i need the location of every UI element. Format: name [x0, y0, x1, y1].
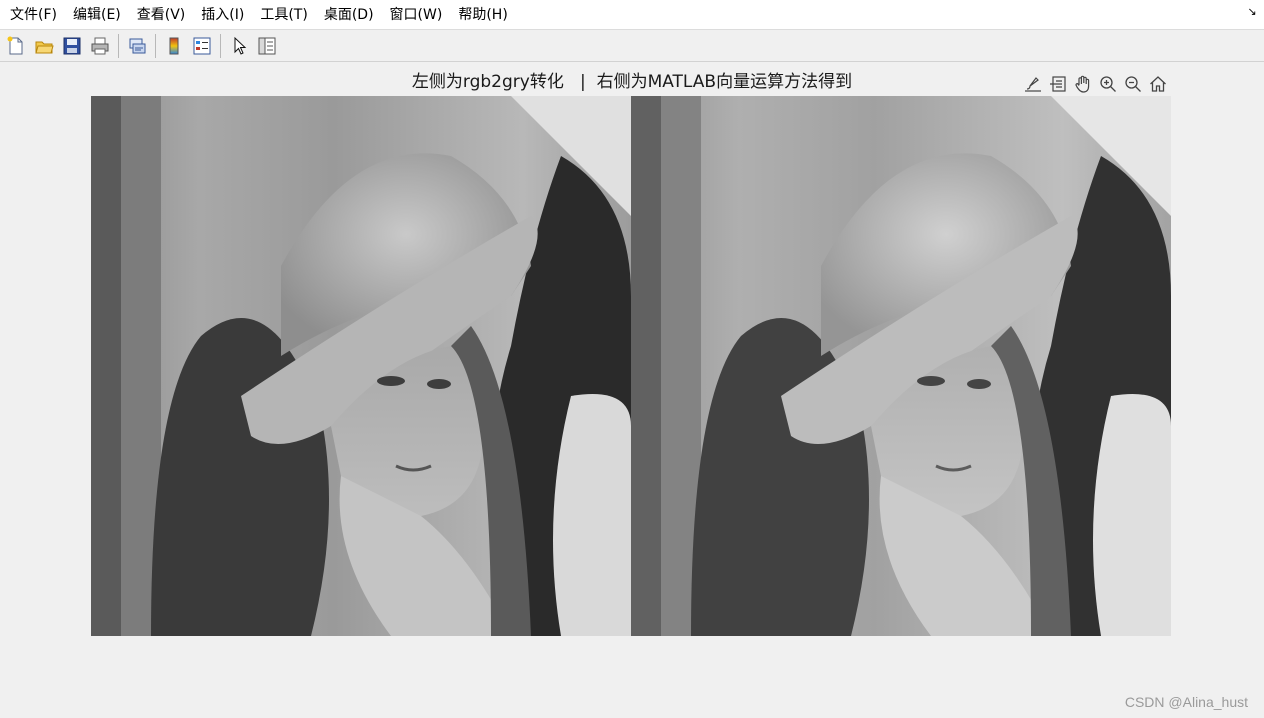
csdn-watermark: CSDN @Alina_hust: [1124, 694, 1248, 710]
menu-edit[interactable]: 编辑(E): [65, 0, 129, 30]
image-axes: [91, 96, 1171, 636]
insert-colorbar-icon[interactable]: [161, 33, 187, 59]
zoom-in-icon[interactable]: [1095, 72, 1120, 96]
link-plot-icon[interactable]: [124, 33, 150, 59]
toolbar-separator: [118, 33, 119, 58]
edit-plot-pointer-icon[interactable]: [226, 33, 252, 59]
axes-toolbar: [1020, 72, 1170, 96]
menu-tools[interactable]: 工具(T): [252, 0, 315, 30]
rgb2gray-result-image: [91, 96, 631, 636]
menu-window[interactable]: 窗口(W): [382, 0, 451, 30]
save-icon[interactable]: [59, 33, 85, 59]
menu-desktop[interactable]: 桌面(D): [316, 0, 382, 30]
menu-file[interactable]: 文件(F): [2, 0, 65, 30]
property-inspector-icon[interactable]: [254, 33, 280, 59]
data-tips-icon[interactable]: [1045, 72, 1070, 96]
figure-toolbar: [0, 30, 1264, 62]
menu-bar: 文件(F) 编辑(E) 查看(V) 插入(I) 工具(T) 桌面(D) 窗口(W…: [0, 0, 1264, 30]
toolbar-separator: [155, 33, 156, 58]
menu-view[interactable]: 查看(V): [129, 0, 194, 30]
new-figure-icon[interactable]: [3, 33, 29, 59]
menu-help[interactable]: 帮助(H): [450, 0, 515, 30]
toolbar-separator: [220, 33, 221, 58]
matlab-vector-result-image: [631, 96, 1171, 636]
print-icon[interactable]: [87, 33, 113, 59]
dock-figure-icon[interactable]: ↘: [1246, 6, 1258, 18]
restore-view-home-icon[interactable]: [1145, 72, 1170, 96]
brush-icon[interactable]: [1020, 72, 1045, 96]
open-file-icon[interactable]: [31, 33, 57, 59]
menu-insert[interactable]: 插入(I): [193, 0, 252, 30]
insert-legend-icon[interactable]: [189, 33, 215, 59]
zoom-out-icon[interactable]: [1120, 72, 1145, 96]
pan-hand-icon[interactable]: [1070, 72, 1095, 96]
